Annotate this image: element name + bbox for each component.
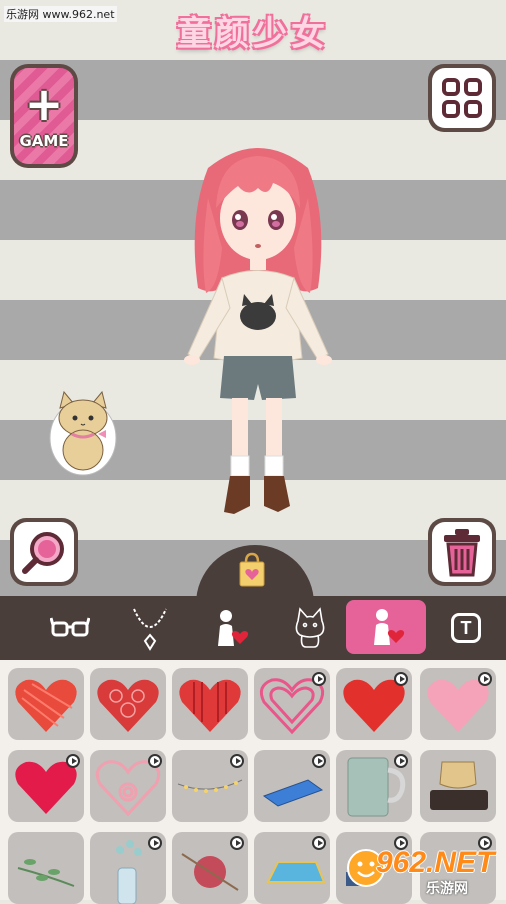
shopping-bag-icon[interactable] — [236, 552, 268, 588]
item-pink-swirl-heart[interactable] — [254, 668, 330, 740]
trash-icon — [444, 529, 480, 577]
character-heart-icon — [218, 610, 249, 646]
more-games-button[interactable]: + GAME — [10, 64, 78, 168]
tab-prev-partial[interactable] — [0, 596, 10, 660]
game-title: 童颜少女 — [177, 14, 329, 54]
item-blue-pencil-case[interactable] — [254, 750, 330, 822]
grid-icon — [442, 78, 482, 118]
game-label: GAME — [19, 132, 69, 150]
tab-character-heart-active[interactable] — [346, 600, 426, 654]
item-flower-vase[interactable] — [90, 832, 166, 904]
necklace-icon — [133, 608, 167, 651]
glasses-icon — [50, 617, 90, 637]
item-red-textured-heart[interactable] — [336, 668, 412, 740]
cat-sticker[interactable] — [48, 388, 118, 476]
video-unlock-icon — [230, 836, 244, 850]
item-red-striped-heart[interactable] — [172, 668, 248, 740]
tab-text[interactable]: T — [426, 596, 506, 660]
item-pink-soft-heart[interactable] — [420, 668, 496, 740]
watermark-962-logo: 962.NET 乐游网 — [346, 842, 504, 898]
item-yarn-ball[interactable] — [172, 832, 248, 904]
item-pink-outline-heart[interactable] — [90, 750, 166, 822]
cat-outline-icon — [295, 607, 325, 648]
item-knit-mug[interactable] — [336, 750, 412, 822]
video-unlock-icon — [394, 754, 408, 768]
chibi-girl-character[interactable] — [178, 128, 338, 520]
watermark-logo-text: 962.NET — [376, 846, 495, 879]
video-unlock-icon — [230, 754, 244, 768]
video-unlock-icon — [478, 672, 492, 686]
character-heart-icon — [374, 609, 405, 645]
video-unlock-icon — [312, 836, 326, 850]
magnifier-icon — [22, 532, 64, 574]
category-tabbar: T — [0, 596, 506, 660]
text-icon: T — [451, 613, 481, 643]
item-red-scribble-heart[interactable] — [8, 668, 84, 740]
video-unlock-icon — [394, 672, 408, 686]
item-crimson-heart[interactable] — [8, 750, 84, 822]
tab-glasses[interactable] — [30, 596, 110, 660]
menu-button[interactable] — [428, 64, 496, 132]
tab-pet[interactable] — [270, 596, 350, 660]
item-green-sprig[interactable] — [8, 832, 84, 904]
text-tab-label: T — [460, 617, 472, 638]
video-unlock-icon — [66, 754, 80, 768]
item-red-lace-heart[interactable] — [90, 668, 166, 740]
item-fairy-lights[interactable] — [172, 750, 248, 822]
watermark-sub-text: 乐游网 — [426, 881, 468, 897]
item-floor-brush[interactable] — [420, 750, 496, 822]
video-unlock-icon — [148, 754, 162, 768]
trash-button[interactable] — [428, 518, 496, 586]
plus-icon: + — [24, 77, 64, 131]
item-blue-rug[interactable] — [254, 832, 330, 904]
video-unlock-icon — [312, 672, 326, 686]
dressup-stage: + GAME — [0, 0, 506, 660]
zoom-button[interactable] — [10, 518, 78, 586]
video-unlock-icon — [312, 754, 326, 768]
video-unlock-icon — [148, 836, 162, 850]
tab-necklace[interactable] — [110, 596, 190, 660]
tab-character-heart[interactable] — [190, 596, 270, 660]
